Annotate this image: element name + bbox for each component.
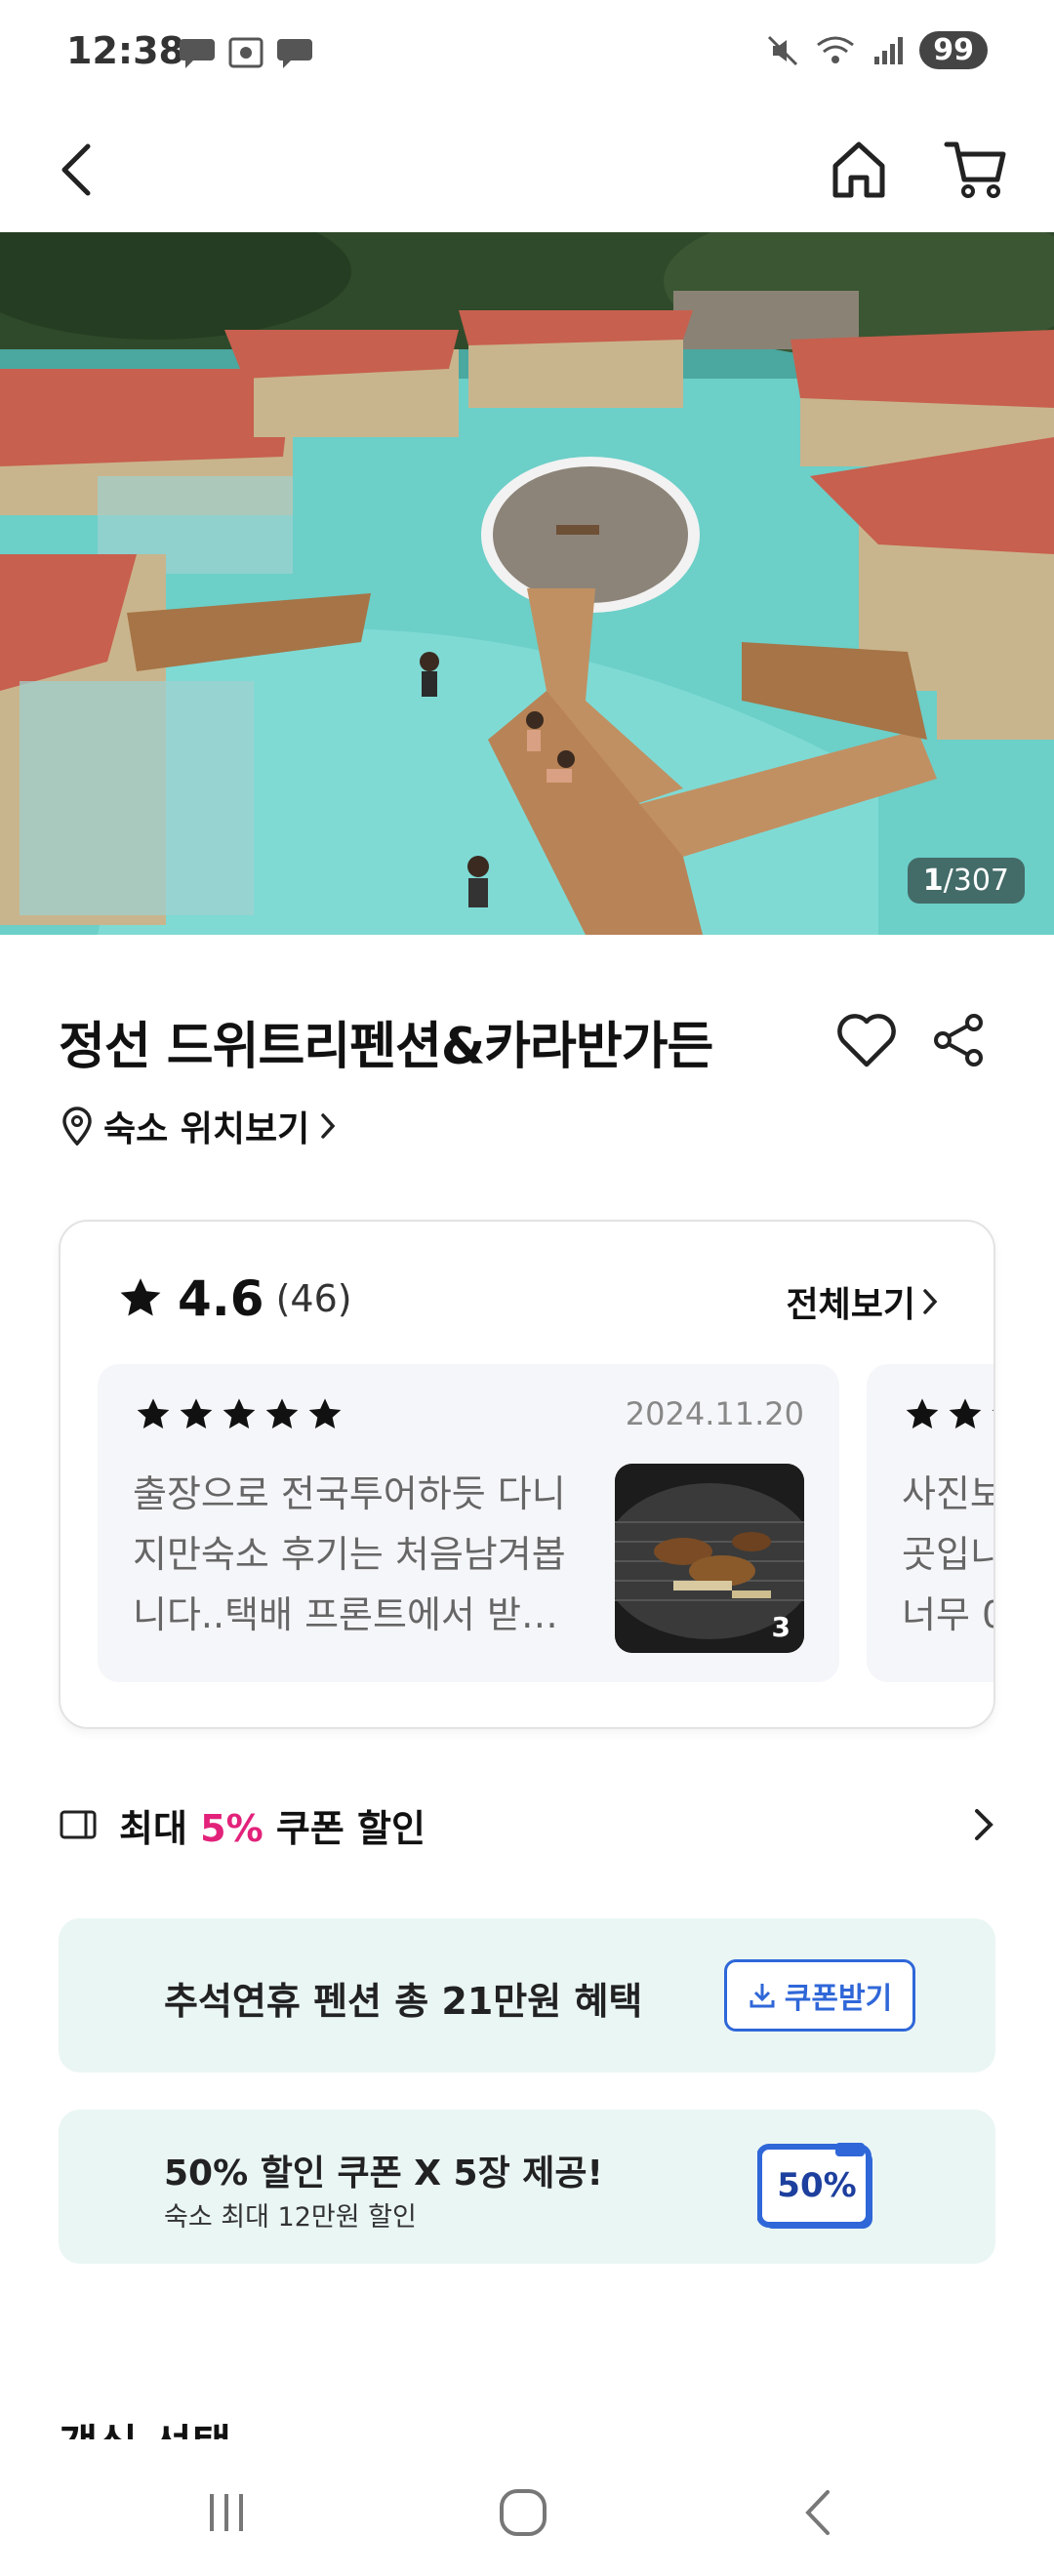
location-pin-icon — [62, 1107, 92, 1146]
next-section-title: 객실 선택 — [59, 2410, 231, 2439]
star-icon — [223, 1398, 256, 1429]
home-button[interactable] — [816, 127, 902, 213]
cart-button[interactable] — [933, 127, 1019, 213]
promo-banner-text: 추석연휴 펜션 총 21만원 혜택 — [164, 1980, 643, 2023]
coupon-discount-label: 최대 5% 쿠폰 할인 — [119, 1798, 426, 1852]
screenshot-icon — [228, 37, 264, 68]
discount-badge-text: 50% — [777, 2166, 857, 2205]
chat-bubble-icon — [180, 39, 215, 68]
rating-score: 4.6 — [178, 1270, 264, 1327]
signal-icon — [874, 36, 904, 64]
heart-icon — [837, 1014, 896, 1067]
hero-photo[interactable]: 1/307 — [0, 232, 1054, 935]
share-button[interactable] — [921, 1003, 995, 1077]
photo-count: 3 — [771, 1611, 790, 1643]
wishlist-button[interactable] — [830, 1003, 904, 1077]
review-stars — [902, 1395, 993, 1434]
review-text: 출장으로 전국투어하듯 다니지만숙소 후기는 처음남겨봅니다..택배 프론트에서… — [133, 1472, 566, 1636]
top-nav — [0, 107, 1054, 232]
coupon-prefix: 최대 — [119, 1806, 201, 1850]
rating-summary: 4.6 (46) — [115, 1270, 352, 1327]
view-all-reviews-link[interactable]: 전체보기 — [787, 1276, 939, 1327]
chevron-left-icon — [805, 2490, 830, 2535]
review-stars — [133, 1395, 345, 1434]
review-photo-thumbnail[interactable]: 3 — [615, 1464, 804, 1653]
discount-badge: 50% — [756, 2143, 876, 2231]
coupon-discount-row[interactable]: 최대 5% 쿠폰 할인 — [59, 1795, 995, 1854]
system-navigation-bar — [0, 2449, 1054, 2576]
star-icon — [949, 1398, 982, 1429]
location-link-label: 숙소 위치보기 — [103, 1109, 310, 1149]
view-all-label: 전체보기 — [786, 1285, 915, 1325]
location-link[interactable]: 숙소 위치보기 — [61, 1101, 337, 1151]
star-icon — [137, 1398, 170, 1429]
star-icon — [906, 1398, 939, 1429]
chevron-right-icon — [975, 1809, 993, 1840]
star-icon — [265, 1398, 299, 1429]
coupon-suffix: 쿠폰 할인 — [263, 1806, 426, 1850]
recent-apps-button[interactable] — [178, 2478, 275, 2547]
status-notification-icons — [178, 35, 314, 70]
status-bar: 12:38 99 — [0, 0, 1054, 107]
star-icon — [120, 1278, 161, 1316]
review-item[interactable]: 2024.11.20 출장으로 전국투어하듯 다니지만숙소 후기는 처음남겨봅니… — [98, 1364, 839, 1682]
recent-apps-icon — [210, 2494, 243, 2531]
discount-coupon-banner[interactable]: 50% 할인 쿠폰 X 5장 제공! 숙소 최대 12만원 할인 50% — [59, 2110, 995, 2264]
coupon-percent: 5% — [200, 1806, 264, 1850]
download-icon — [750, 1984, 775, 2008]
star-icon — [992, 1409, 993, 1412]
home-circle-icon — [500, 2489, 547, 2536]
photo-index: 1 — [922, 864, 944, 898]
chevron-right-icon — [321, 1113, 336, 1139]
home-nav-button[interactable] — [474, 2478, 572, 2547]
property-title: 정선 드위트리펜션&카라반가든 — [59, 1018, 713, 1076]
download-coupon-button[interactable]: 쿠폰받기 — [724, 1959, 915, 2032]
photo-counter: 1/307 — [907, 858, 1025, 904]
share-icon — [934, 1014, 983, 1067]
download-coupon-label: 쿠폰받기 — [784, 1982, 893, 2016]
status-system-icons: 99 — [765, 31, 988, 69]
coupon-icon — [60, 1810, 97, 1839]
battery-indicator: 99 — [919, 31, 988, 69]
resort-pool-photo — [0, 232, 1054, 935]
holiday-promo-banner[interactable]: 추석연휴 펜션 총 21만원 혜택 쿠폰받기 — [59, 1918, 995, 2073]
back-button[interactable] — [33, 127, 119, 213]
photo-total: /307 — [943, 864, 1009, 898]
mute-icon — [768, 35, 798, 65]
chevron-left-icon — [61, 143, 91, 196]
status-time: 12:38 — [66, 29, 184, 72]
back-nav-button[interactable] — [769, 2478, 867, 2547]
review-count: (46) — [275, 1277, 352, 1320]
coupon-banner-subtitle: 숙소 최대 12만원 할인 — [164, 2202, 417, 2233]
cart-icon — [944, 141, 1006, 198]
review-item[interactable]: 사진보 곳입니 너무 0 — [867, 1364, 995, 1682]
chevron-right-icon — [923, 1289, 938, 1314]
chat-bubble-icon — [277, 39, 312, 68]
star-icon — [180, 1398, 213, 1429]
review-summary-card: 4.6 (46) 전체보기 2024.11.20 출장으로 전국투어하듯 다니지… — [59, 1220, 995, 1729]
review-date: 2024.11.20 — [625, 1395, 804, 1432]
wifi-icon — [817, 36, 855, 63]
star-icon — [308, 1398, 342, 1429]
coupon-banner-title: 50% 할인 쿠폰 X 5장 제공! — [164, 2153, 603, 2194]
review-text: 사진보 곳입니 너무 0 — [902, 1472, 995, 1636]
home-icon — [832, 141, 885, 198]
